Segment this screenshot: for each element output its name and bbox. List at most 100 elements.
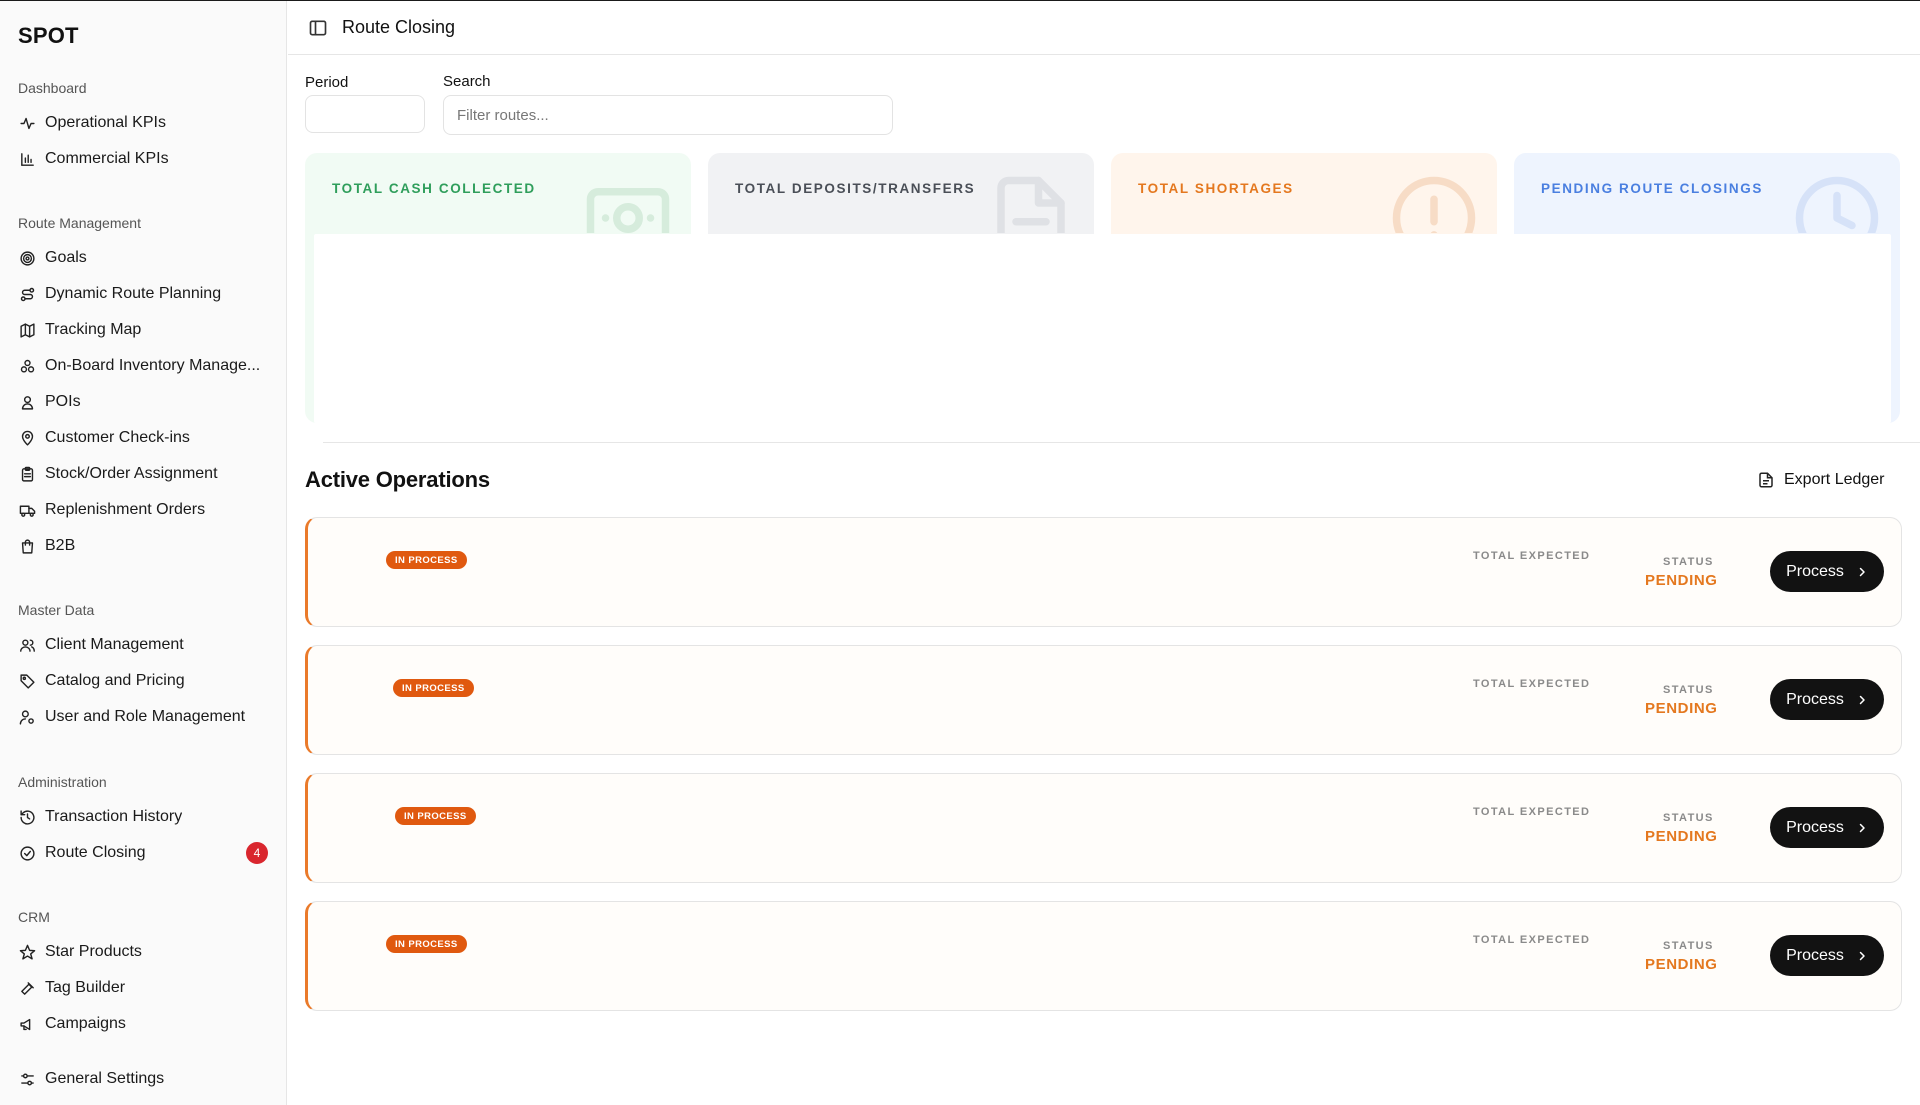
shopping-bag-icon [18,537,36,555]
sidebar-item-label: Dynamic Route Planning [45,285,222,302]
tag-icon [18,672,36,690]
sidebar-item[interactable]: Customer Check-ins [18,423,274,453]
sidebar-item[interactable]: Route Closing 4 [18,838,274,868]
process-button[interactable]: Process [1770,551,1884,592]
kpi-title: TOTAL DEPOSITS/TRANSFERS [735,181,976,196]
sidebar-item[interactable]: POIs [18,387,274,417]
sidebar-item-label: Client Management [45,636,184,653]
settings-sliders-icon [18,1070,36,1088]
sidebar-item[interactable]: Commercial KPIs [18,144,274,174]
sidebar-item-general-settings[interactable]: General Settings [18,1064,274,1094]
map-icon [18,321,36,339]
status-label: STATUS [1663,556,1714,568]
map-pin-icon [18,429,36,447]
history-icon [18,808,36,826]
activity-icon [18,114,36,132]
export-ledger-button[interactable]: Export Ledger [1757,467,1885,493]
sidebar-item[interactable]: Catalog and Pricing [18,666,274,696]
sidebar-item[interactable]: Star Products [18,937,274,967]
search-label: Search [443,73,491,90]
user-pin-icon [18,393,36,411]
chevron-right-icon [1856,822,1868,834]
chevron-right-icon [1856,950,1868,962]
status-badge: IN PROCESS [393,679,474,697]
kpi-title: TOTAL SHORTAGES [1138,181,1294,196]
users-icon [18,636,36,654]
status-value: PENDING [1645,956,1718,973]
sidebar-item-label: Star Products [45,943,142,960]
sidebar-section-label: CRM [18,909,50,925]
total-expected-label: TOTAL EXPECTED [1473,550,1591,562]
status-value: PENDING [1645,828,1718,845]
app-window: SPOT Dashboard Operational KPIs Commercial… [0,0,1920,1105]
process-button[interactable]: Process [1770,935,1884,976]
status-value: PENDING [1645,700,1718,717]
sidebar-item-label: Goals [45,249,87,266]
sidebar-item[interactable]: Operational KPIs [18,108,274,138]
target-icon [18,249,36,267]
period-picker[interactable] [305,95,425,133]
sidebar-item[interactable]: Goals [18,243,274,273]
sidebar-section-label: Master Data [18,602,95,618]
brand-logo: SPOT [18,23,79,48]
sidebar-item[interactable]: Tracking Map [18,315,274,345]
page-header: Route Closing [288,1,1920,55]
section-divider [323,442,1920,443]
operation-card: IN PROCESS TOTAL EXPECTED STATUS PENDING Pro… [305,901,1902,1011]
kpi-loading-panel [314,234,1891,423]
sidebar-item-label: Replenishment Orders [45,501,206,518]
sidebar-item[interactable]: Replenishment Orders [18,495,274,525]
process-button[interactable]: Process [1770,807,1884,848]
sidebar-item-label: Campaigns [45,1015,126,1032]
chevron-right-icon [1856,566,1868,578]
sidebar-item[interactable]: User and Role Management [18,702,274,732]
sidebar-item-label: Customer Check-ins [45,429,190,446]
kpi-title: PENDING ROUTE CLOSINGS [1541,181,1763,196]
total-expected-label: TOTAL EXPECTED [1473,934,1591,946]
check-circle-icon [18,844,36,862]
sidebar-item[interactable]: Dynamic Route Planning [18,279,274,309]
clock-icon [1792,173,1882,233]
active-operations-title: Active Operations [305,467,490,492]
kpi-cards: TOTAL CASH COLLECTED TOTAL DEPOSITS/TRANS… [305,153,1902,423]
sidebar-toggle-icon[interactable] [308,18,328,38]
export-ledger-label: Export Ledger [1784,471,1885,488]
sidebar-item[interactable]: On-Board Inventory Manage... [18,351,274,381]
sidebar-section-label: Administration [18,774,107,790]
user-cog-icon [18,708,36,726]
clipboard-icon [18,465,36,483]
operation-card: IN PROCESS TOTAL EXPECTED STATUS PENDING Pro… [305,645,1902,755]
sidebar-item[interactable]: Stock/Order Assignment [18,459,274,489]
sidebar-item-label: B2B [45,537,76,554]
sidebar-item-label: Stock/Order Assignment [45,465,218,482]
sidebar-item-label: Tag Builder [45,979,126,996]
sidebar-item-label: Transaction History [45,808,183,825]
process-button-label: Process [1786,562,1844,580]
kpi-title: TOTAL CASH COLLECTED [332,181,536,196]
boxes-icon [18,357,36,375]
sidebar-item[interactable]: Transaction History [18,802,274,832]
process-button[interactable]: Process [1770,679,1884,720]
sidebar-item[interactable]: Tag Builder [18,973,274,1003]
sidebar-item[interactable]: Client Management [18,630,274,660]
total-expected-label: TOTAL EXPECTED [1473,806,1591,818]
sidebar-item-label: General Settings [45,1070,165,1087]
status-value: PENDING [1645,572,1718,589]
sidebar-item[interactable]: B2B [18,531,274,561]
sidebar-item-label: On-Board Inventory Manage... [45,357,261,374]
operation-card: IN PROCESS TOTAL EXPECTED STATUS PENDING Pro… [305,773,1902,883]
status-badge: IN PROCESS [386,551,467,569]
process-button-label: Process [1786,818,1844,836]
banknote-icon [583,173,673,233]
hammer-icon [18,979,36,997]
process-button-label: Process [1786,690,1844,708]
sidebar-item[interactable]: Campaigns [18,1009,274,1039]
sidebar-item-label: Tracking Map [45,321,142,338]
status-label: STATUS [1663,940,1714,952]
sidebar-item-label: Commercial KPIs [45,150,169,167]
sidebar-item-label: Operational KPIs [45,114,166,131]
star-icon [18,943,36,961]
file-text-icon [986,173,1076,233]
sidebar-item-label: Route Closing [45,844,146,861]
search-input[interactable] [443,95,893,135]
